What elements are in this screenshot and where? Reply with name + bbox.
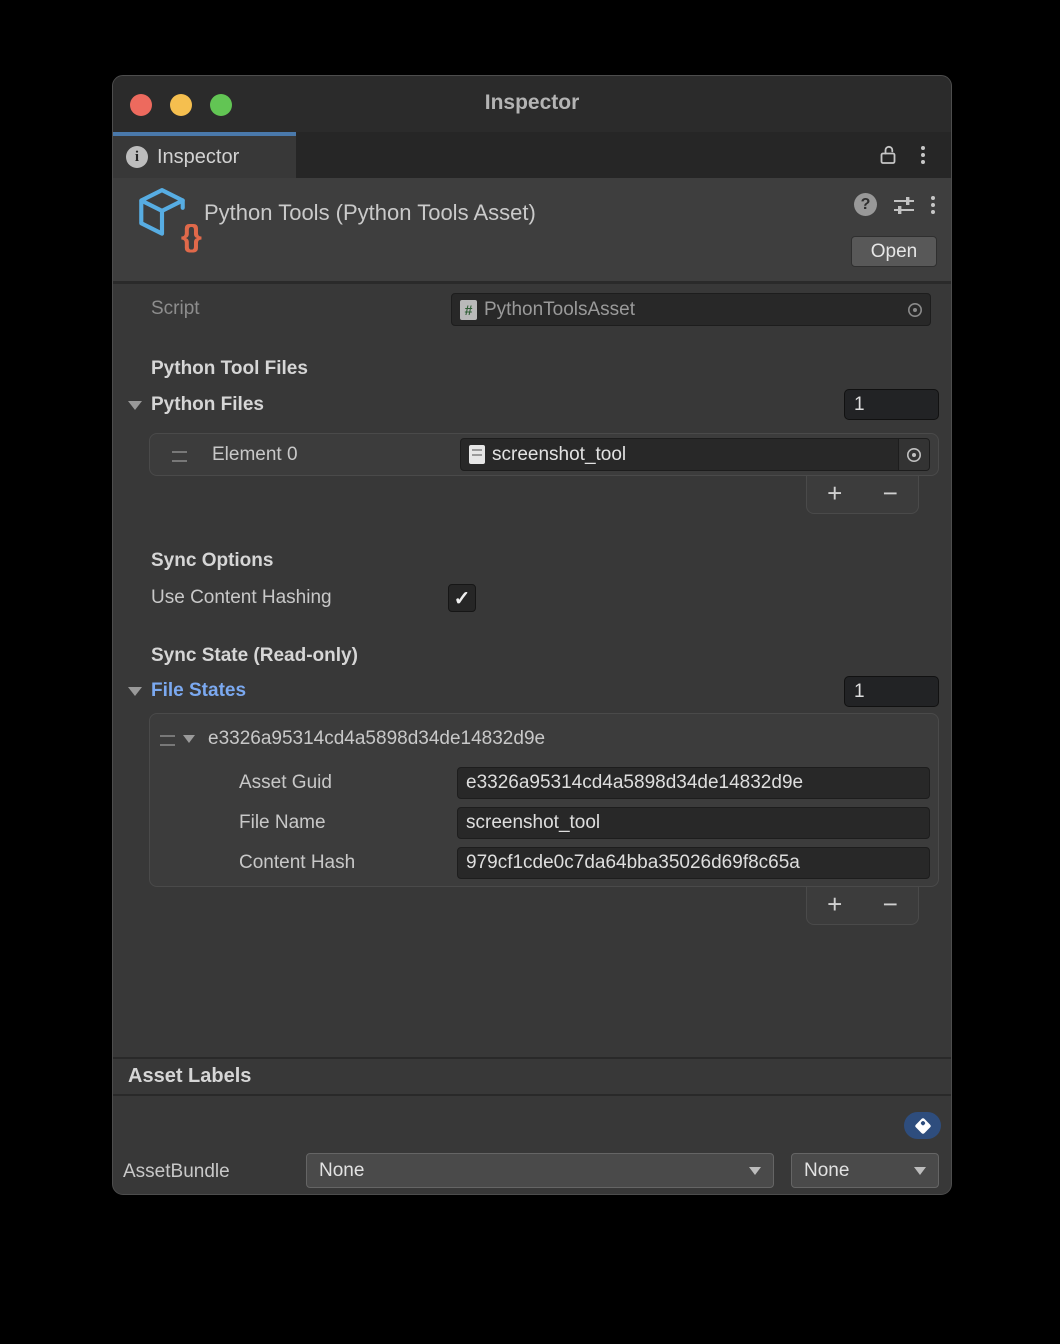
asset-guid-label: Asset Guid (239, 771, 332, 795)
assetbundle-variant-dropdown[interactable]: None (791, 1153, 939, 1188)
sync-options-heading: Sync Options (151, 549, 273, 573)
content-hash-label: Content Hash (239, 851, 355, 875)
tab-strip: Inspector (113, 132, 951, 178)
tag-icon (914, 1117, 931, 1134)
assetbundle-label: AssetBundle (123, 1160, 230, 1184)
tab-menu-kebab-icon[interactable] (921, 146, 925, 164)
remove-element-button[interactable]: − (883, 480, 898, 509)
sync-state-heading: Sync State (Read-only) (151, 644, 358, 668)
file-states-list-controls: + − (806, 887, 919, 925)
content-hash-field[interactable]: 979cf1cde0c7da64bba35026d69f8c65a (457, 847, 930, 879)
entry-header[interactable]: e3326a95314cd4a5898d34de14832d9e (208, 727, 545, 751)
script-object-picker-icon[interactable] (900, 294, 930, 325)
tab-label: Inspector (157, 146, 239, 169)
window-title: Inspector (113, 91, 951, 115)
use-content-hashing-checkbox[interactable]: ✓ (448, 584, 476, 612)
remove-state-button[interactable]: − (883, 891, 898, 920)
script-label: Script (151, 297, 200, 321)
script-object-field[interactable]: PythonToolsAsset (451, 293, 931, 326)
element0-object-picker-icon[interactable] (898, 439, 929, 470)
tab-inspector[interactable]: Inspector (113, 132, 296, 178)
python-files-list-controls: + − (806, 476, 919, 514)
element0-object-field[interactable]: screenshot_tool (460, 438, 930, 471)
window-titlebar: Inspector (113, 76, 951, 132)
python-files-label[interactable]: Python Files (151, 393, 264, 417)
checkmark-icon: ✓ (454, 586, 471, 611)
component-title: Python Tools (Python Tools Asset) (204, 200, 536, 226)
entry-foldout-icon[interactable] (183, 735, 195, 743)
file-states-size-field[interactable]: 1 (844, 676, 939, 707)
script-field-value: PythonToolsAsset (484, 299, 635, 321)
braces-icon: {} (180, 220, 200, 252)
help-icon[interactable] (854, 193, 877, 216)
inspector-window: Inspector Inspector {} Py (112, 75, 952, 1195)
asset-labels-title: Asset Labels (128, 1065, 251, 1088)
python-files-foldout-icon[interactable] (128, 401, 142, 410)
file-name-label: File Name (239, 811, 326, 835)
open-button[interactable]: Open (851, 236, 937, 267)
assetbundle-variant-value: None (804, 1160, 849, 1182)
csharp-script-icon (460, 300, 477, 320)
python-tools-asset-icon: {} (134, 186, 196, 250)
add-state-button[interactable]: + (827, 891, 842, 920)
component-header: {} Python Tools (Python Tools Asset) Ope… (113, 178, 951, 284)
file-states-foldout-icon[interactable] (128, 687, 142, 696)
presets-icon[interactable] (892, 194, 916, 216)
python-tool-files-heading: Python Tool Files (151, 357, 308, 381)
asset-labels-heading: Asset Labels (113, 1057, 951, 1096)
chevron-down-icon (914, 1167, 926, 1175)
file-states-list: e3326a95314cd4a5898d34de14832d9e Asset G… (149, 713, 939, 887)
element0-value: screenshot_tool (492, 444, 626, 466)
add-element-button[interactable]: + (827, 480, 842, 509)
file-name-field[interactable]: screenshot_tool (457, 807, 930, 839)
text-asset-icon (469, 445, 485, 464)
add-label-button[interactable] (904, 1112, 941, 1139)
unlock-icon[interactable] (878, 144, 899, 167)
entry-drag-handle-icon[interactable] (160, 735, 175, 746)
component-menu-kebab-icon[interactable] (931, 196, 935, 214)
python-files-list: Element 0 screenshot_tool (149, 433, 939, 476)
info-icon (126, 146, 148, 168)
assetbundle-dropdown[interactable]: None (306, 1153, 774, 1188)
assetbundle-value: None (319, 1160, 364, 1182)
element0-label: Element 0 (212, 443, 298, 467)
drag-handle-icon[interactable] (172, 451, 187, 462)
file-states-label[interactable]: File States (151, 679, 246, 703)
chevron-down-icon (749, 1167, 761, 1175)
python-files-size-field[interactable]: 1 (844, 389, 939, 420)
use-content-hashing-label: Use Content Hashing (151, 586, 332, 610)
asset-guid-field[interactable]: e3326a95314cd4a5898d34de14832d9e (457, 767, 930, 799)
